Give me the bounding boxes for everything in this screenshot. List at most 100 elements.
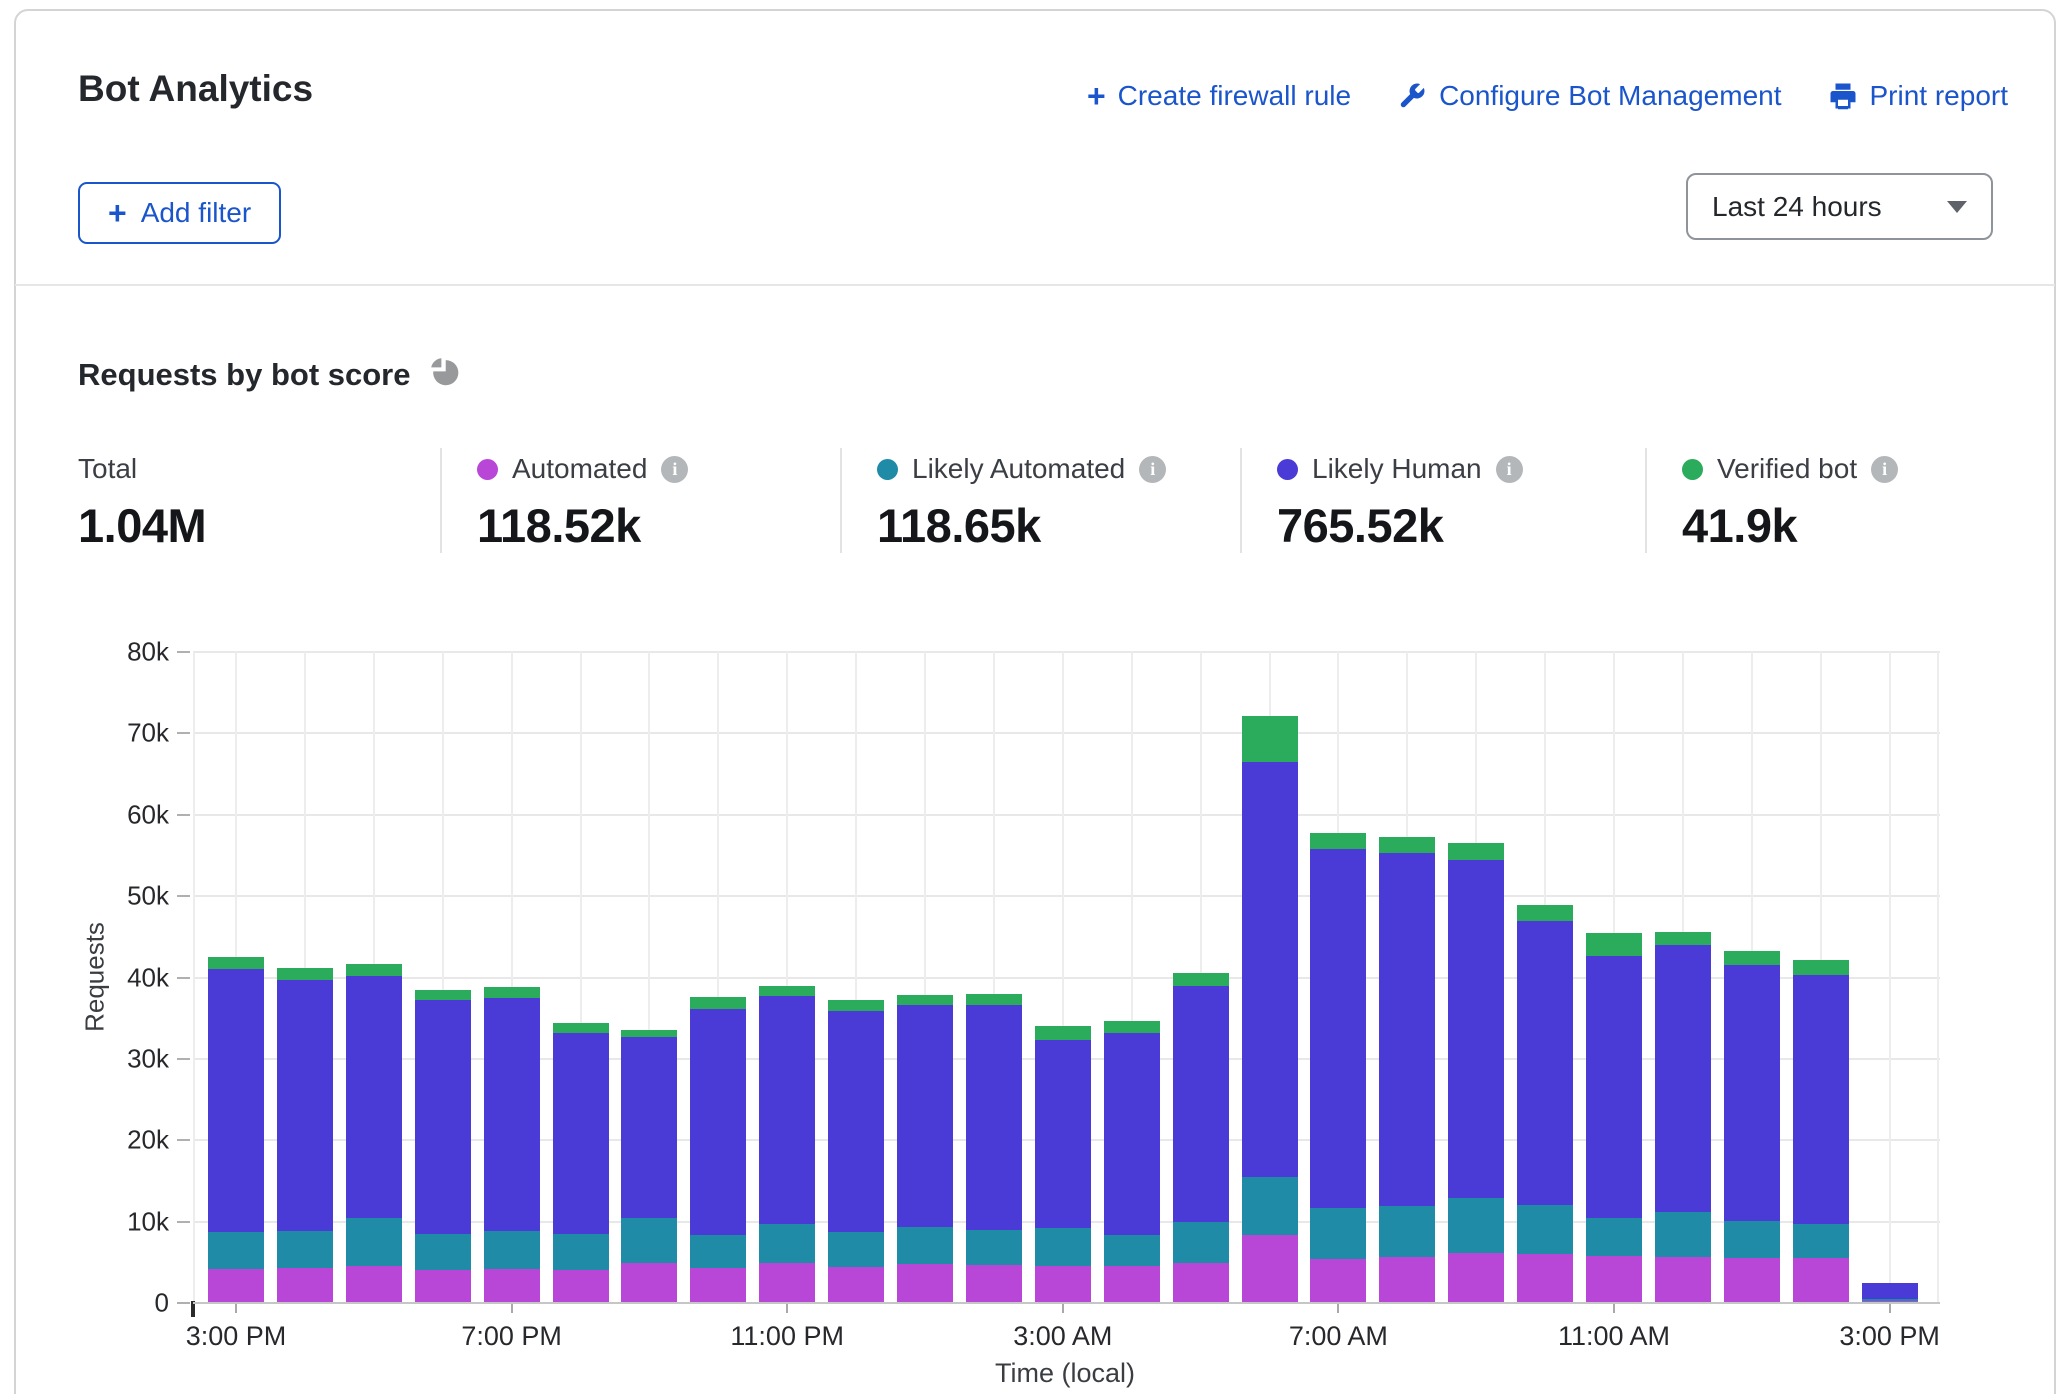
bar-segment-verified-bot (484, 987, 540, 998)
bar-segment-likely-automated (1173, 1222, 1229, 1263)
bar-100am (897, 995, 953, 1303)
x-tick-mark (1613, 1303, 1615, 1313)
bar-segment-verified-bot (1379, 837, 1435, 853)
bar-segment-automated (1379, 1257, 1435, 1303)
x-tick-mark (235, 1303, 237, 1313)
stat-verified-bot[interactable]: Verified bot i 41.9k (1645, 448, 2008, 553)
configure-bot-management-label: Configure Bot Management (1439, 80, 1781, 112)
bar-900pm (621, 1030, 677, 1303)
bot-analytics-page: Bot Analytics + Create firewall rule Con… (0, 0, 2070, 1394)
bar-segment-automated (1173, 1263, 1229, 1303)
bar-segment-likely-automated (1035, 1228, 1091, 1265)
wrench-icon (1397, 81, 1427, 111)
bar-segment-automated (1517, 1254, 1573, 1303)
y-tick-mark (177, 1139, 190, 1141)
bar-segment-likely-human (553, 1033, 609, 1234)
bar-segment-likely-automated (1793, 1224, 1849, 1258)
y-tick-label: 40k (127, 962, 169, 993)
x-tick-label: 11:00 PM (730, 1321, 844, 1352)
bar-800pm (553, 1023, 609, 1303)
bar-segment-automated (1035, 1266, 1091, 1303)
bar-segment-automated (208, 1269, 264, 1303)
bar-segment-likely-automated (1104, 1235, 1160, 1265)
bar-300am (1035, 1026, 1091, 1303)
y-tick-label: 60k (127, 799, 169, 830)
bar-segment-likely-human (346, 976, 402, 1218)
bar-segment-verified-bot (346, 964, 402, 976)
bar-segment-automated (415, 1270, 471, 1303)
y-tick-label: 20k (127, 1125, 169, 1156)
y-tick-mark (177, 977, 190, 979)
stat-likely-human[interactable]: Likely Human i 765.52k (1240, 448, 1645, 553)
time-range-select[interactable]: Last 24 hours (1686, 173, 1993, 240)
bar-segment-likely-automated (208, 1232, 264, 1269)
bar-segment-automated (1724, 1258, 1780, 1303)
bar-500am (1173, 973, 1229, 1303)
bar-segment-verified-bot (897, 995, 953, 1006)
bar-segment-likely-human (828, 1011, 884, 1232)
y-tick-mark (177, 732, 190, 734)
bar-segment-likely-human (621, 1037, 677, 1218)
plus-icon: + (108, 197, 127, 229)
bar-segment-likely-automated (1724, 1221, 1780, 1258)
x-tick-label: 3:00 AM (1013, 1321, 1112, 1352)
bar-segment-verified-bot (1793, 960, 1849, 975)
stat-total: Total 1.04M (78, 448, 440, 553)
y-tick-label: 50k (127, 881, 169, 912)
bar-segment-likely-human (1173, 986, 1229, 1223)
bar-segment-likely-automated (415, 1234, 471, 1271)
bar-segment-likely-automated (346, 1218, 402, 1266)
info-icon[interactable]: i (661, 456, 688, 483)
x-tick-mark (1889, 1303, 1891, 1313)
bar-400am (1104, 1021, 1160, 1303)
bar-segment-verified-bot (1517, 905, 1573, 920)
stat-likely-human-value: 765.52k (1277, 498, 1645, 553)
x-tick-mark (1337, 1303, 1339, 1313)
bar-400pm (277, 968, 333, 1303)
bar-segment-automated (1655, 1257, 1711, 1303)
stat-automated[interactable]: Automated i 118.52k (440, 448, 840, 553)
x-tick-label: 11:00 AM (1558, 1321, 1670, 1352)
create-firewall-rule-label: Create firewall rule (1118, 80, 1351, 112)
bar-segment-likely-automated (484, 1231, 540, 1268)
y-tick-mark (177, 651, 190, 653)
bar-segment-likely-human (1793, 975, 1849, 1224)
bar-segment-automated (621, 1263, 677, 1303)
stat-total-value: 1.04M (78, 498, 440, 553)
printer-icon (1828, 81, 1858, 111)
plot-area: 010k20k30k40k50k60k70k80k3:00 PM7:00 PM1… (193, 652, 1940, 1303)
bar-segment-likely-human (1862, 1283, 1918, 1299)
y-axis-title: Requests (80, 922, 111, 1032)
bar-100pm (1724, 951, 1780, 1303)
bar-segment-verified-bot (208, 957, 264, 968)
info-icon[interactable]: i (1139, 456, 1166, 483)
bar-200pm (1793, 960, 1849, 1303)
bar-segment-likely-automated (690, 1235, 746, 1268)
bar-segment-likely-human (759, 996, 815, 1224)
bar-segment-verified-bot (1724, 951, 1780, 966)
configure-bot-management-link[interactable]: Configure Bot Management (1397, 80, 1781, 112)
stat-verified-bot-value: 41.9k (1682, 498, 2008, 553)
bar-segment-verified-bot (759, 986, 815, 997)
print-report-link[interactable]: Print report (1828, 80, 2009, 112)
bar-segment-likely-human (1379, 853, 1435, 1206)
y-tick-label: 70k (127, 718, 169, 749)
info-icon[interactable]: i (1871, 456, 1898, 483)
bar-600am (1242, 716, 1298, 1303)
gridline-y (193, 1302, 1940, 1304)
add-filter-button[interactable]: + Add filter (78, 182, 281, 244)
bar-900am (1448, 843, 1504, 1303)
bar-segment-likely-human (1655, 945, 1711, 1212)
stat-likely-automated[interactable]: Likely Automated i 118.65k (840, 448, 1240, 553)
bar-1100am (1586, 933, 1642, 1303)
info-icon[interactable]: i (1496, 456, 1523, 483)
create-firewall-rule-link[interactable]: + Create firewall rule (1087, 80, 1351, 112)
stat-automated-label: Automated (512, 453, 647, 485)
bar-segment-verified-bot (966, 994, 1022, 1005)
bar-segment-likely-human (690, 1009, 746, 1234)
gridline-y (193, 895, 1940, 897)
gridline-x (1889, 652, 1891, 1303)
bar-1200pm (1655, 932, 1711, 1303)
bar-1000am (1517, 905, 1573, 1303)
bar-segment-likely-automated (1379, 1206, 1435, 1257)
